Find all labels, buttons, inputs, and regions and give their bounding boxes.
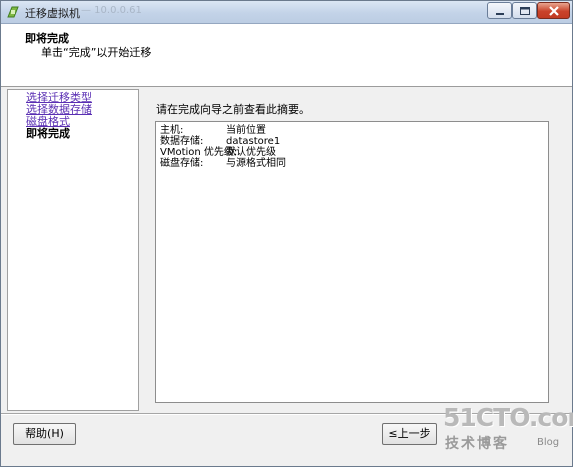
wizard-header: 即将完成 单击“完成”以开始迁移: [1, 24, 572, 87]
watermark: 51CTO.com 技术博客 Blog: [431, 401, 573, 463]
summary-label: VMotion 优先级:: [160, 147, 238, 158]
help-button[interactable]: 帮助(H): [13, 423, 76, 445]
summary-row-disk-storage: 磁盘存储: 与源格式相同: [160, 158, 286, 169]
watermark-logo: 51CTO.com: [443, 403, 573, 432]
summary-label: 主机:: [160, 125, 184, 136]
summary-value: 默认优先级: [226, 147, 276, 158]
minimize-icon: [496, 13, 504, 15]
maximize-icon: [520, 7, 530, 15]
page-subtitle: 单击“完成”以开始迁移: [41, 46, 152, 59]
close-button[interactable]: [537, 2, 570, 19]
title-bar[interactable]: 迁移虚拟机 — 10.0.0.61: [1, 1, 572, 24]
summary-intro: 请在完成向导之前查看此摘要。: [156, 103, 310, 116]
back-button[interactable]: ≤上一步: [382, 423, 437, 445]
watermark-blog: Blog: [537, 437, 560, 448]
summary-row-datastore: 数据存储: datastore1: [160, 136, 280, 147]
maximize-button[interactable]: [512, 2, 537, 19]
wizard-window: 迁移虚拟机 — 10.0.0.61 即将完成 单击“完成”以开始迁移 选择迁移类…: [0, 0, 573, 467]
window-title: 迁移虚拟机: [25, 7, 80, 20]
summary-label: 数据存储:: [160, 136, 204, 147]
summary-label: 磁盘存储:: [160, 158, 204, 169]
summary-box: 主机: 当前位置 数据存储: datastore1 VMotion 优先级:默认优先…: [155, 121, 549, 403]
summary-value: 与源格式相同: [226, 158, 286, 169]
summary-value: datastore1: [226, 136, 281, 147]
summary-value: 当前位置: [226, 125, 266, 136]
window-title-ghost: — 10.0.0.61: [81, 5, 142, 16]
nav-step-current: 即将完成: [26, 127, 70, 140]
watermark-subtitle: 技术博客: [445, 436, 509, 452]
vm-app-icon: [7, 6, 19, 18]
main-panel: 请在完成向导之前查看此摘要。 主机: 当前位置 数据存储: datastore1 V…: [141, 89, 565, 411]
close-icon: [549, 6, 559, 16]
summary-row-vmotion-priority: VMotion 优先级:默认优先级: [160, 147, 276, 158]
minimize-button[interactable]: [487, 2, 512, 19]
summary-row-host: 主机: 当前位置: [160, 125, 266, 136]
wizard-steps-nav: 选择迁移类型 选择数据存储 磁盘格式 即将完成: [7, 89, 139, 411]
